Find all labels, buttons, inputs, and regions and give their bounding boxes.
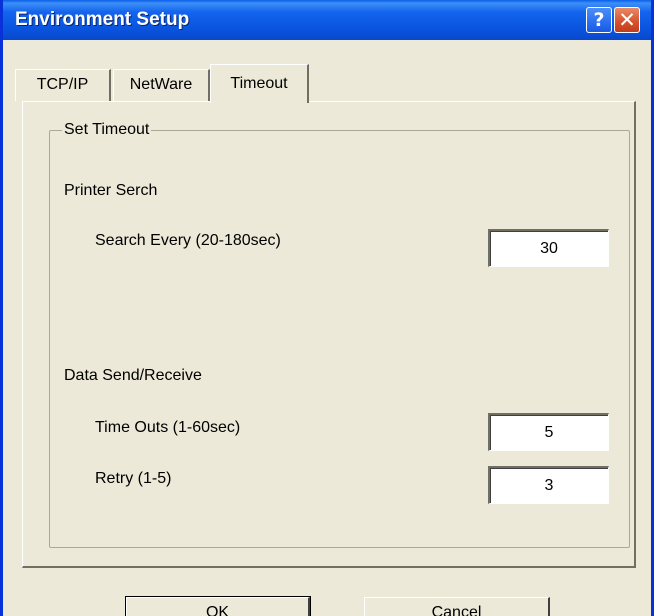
data-send-receive-heading: Data Send/Receive bbox=[64, 367, 202, 384]
printer-search-heading: Printer Serch bbox=[64, 182, 158, 199]
tab-netware[interactable]: NetWare bbox=[113, 69, 210, 101]
tab-timeout[interactable]: Timeout bbox=[210, 64, 309, 103]
title-bar[interactable]: Environment Setup ? ✕ bbox=[3, 0, 651, 40]
tab-tcpip[interactable]: TCP/IP bbox=[15, 69, 111, 101]
help-icon: ? bbox=[593, 9, 605, 31]
time-outs-label: Time Outs (1-60sec) bbox=[95, 419, 241, 436]
close-icon: ✕ bbox=[618, 8, 636, 32]
retry-label: Retry (1-5) bbox=[95, 470, 172, 487]
tab-strip: TCP/IP NetWare Timeout bbox=[3, 40, 651, 103]
ok-button[interactable]: OK bbox=[125, 596, 311, 616]
search-every-label: Search Every (20-180sec) bbox=[95, 232, 281, 249]
close-button[interactable]: ✕ bbox=[614, 7, 640, 33]
time-outs-input[interactable] bbox=[488, 413, 609, 451]
help-button[interactable]: ? bbox=[586, 7, 612, 33]
cancel-button[interactable]: Cancel bbox=[364, 597, 550, 616]
search-every-input[interactable] bbox=[488, 229, 609, 267]
environment-setup-dialog: Environment Setup ? ✕ TCP/IP NetWare Tim… bbox=[0, 0, 654, 616]
window-title: Environment Setup bbox=[15, 9, 190, 30]
retry-input[interactable] bbox=[488, 466, 609, 504]
set-timeout-group-label: Set Timeout bbox=[62, 121, 152, 139]
